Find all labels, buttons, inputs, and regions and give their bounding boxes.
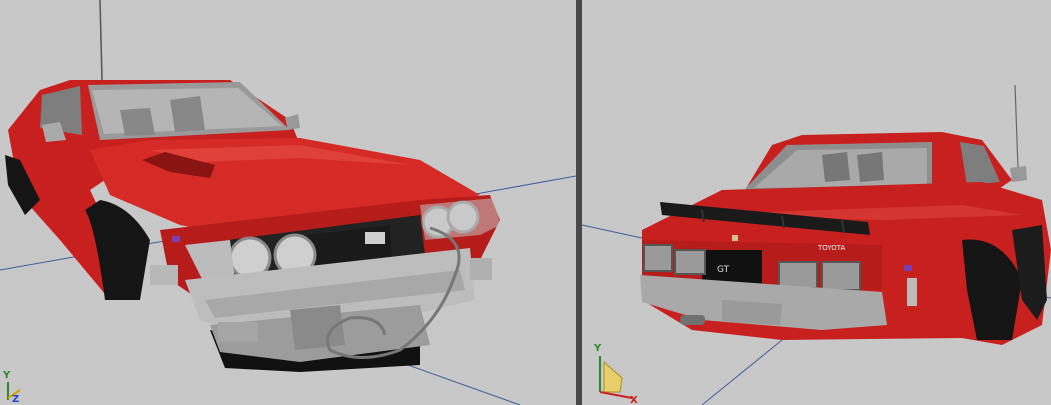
axis-y-label: Y [593,343,602,354]
viewport-left[interactable]: Y Z [0,0,576,405]
grid-axis-line [582,224,643,239]
tail-light [674,249,706,275]
antenna [1014,84,1019,169]
grid-axis-line [469,175,576,196]
axis-gizmo-right: Y X [593,343,638,405]
modeling-app-viewports: Y Z GT TOYOTA Y X [0,0,1051,405]
pivot-marker [904,265,912,271]
viewport-right[interactable]: GT TOYOTA Y X [582,0,1051,405]
brand-badge: TOYOTA [817,244,846,252]
car-model-front[interactable] [5,80,500,372]
axis-z-label: Z [12,394,19,405]
tail-light [821,261,861,291]
viewport-right-canvas[interactable]: GT TOYOTA Y X [582,0,1051,405]
tail-light [643,244,673,272]
grille-badge [365,232,385,244]
viewport-left-canvas[interactable]: Y Z [0,0,576,405]
grid-axis-line [701,339,783,405]
tail-light [778,261,818,289]
axis-y-label: Y [2,370,11,381]
axis-x-label: X [630,395,638,405]
exhaust-pipe [680,315,705,325]
car-model-rear[interactable]: GT TOYOTA [640,132,1051,345]
gt-badge: GT [717,265,730,275]
axis-gizmo-left: Y Z [2,370,21,405]
pivot-marker [172,236,180,242]
